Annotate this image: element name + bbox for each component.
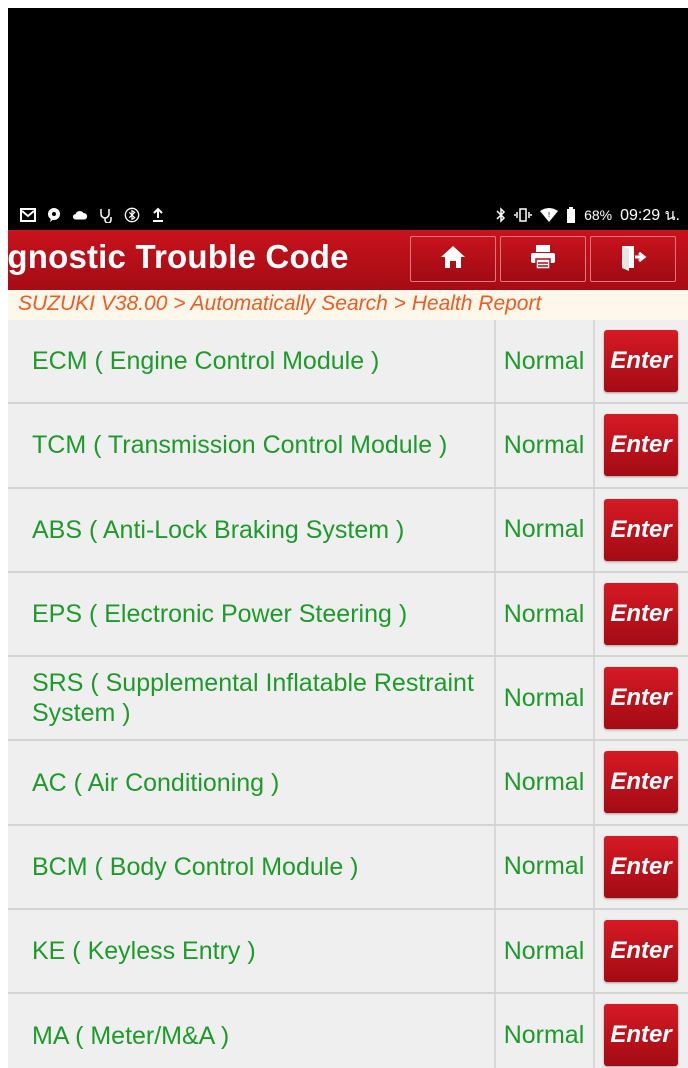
enter-button-ke[interactable]: Enter [604, 920, 678, 983]
exit-button[interactable] [590, 236, 676, 282]
home-icon [439, 244, 467, 275]
module-status: Normal [503, 936, 585, 965]
upload-icon [150, 207, 166, 223]
vibrate-icon [514, 208, 532, 222]
module-status: Normal [503, 599, 585, 628]
exit-icon [618, 243, 648, 276]
enter-button-ma[interactable]: Enter [604, 1004, 678, 1067]
column-divider [593, 741, 595, 824]
module-row-eps: EPS ( Electronic Power Steering ) Normal… [8, 572, 688, 658]
module-row-bcm: BCM ( Body Control Module ) Normal Enter [8, 825, 688, 911]
module-row-ma: MA ( Meter/M&A ) Normal Enter [8, 994, 688, 1068]
module-name: EPS ( Electronic Power Steering ) [32, 600, 408, 629]
black-area [8, 8, 688, 200]
module-status: Normal [503, 346, 585, 375]
column-divider [593, 825, 595, 909]
module-name: AC ( Air Conditioning ) [32, 768, 280, 797]
column-divider [494, 825, 496, 909]
column-divider [494, 657, 496, 740]
page-title: ıgnostic Trouble Code [8, 238, 349, 275]
module-name: BCM ( Body Control Module ) [32, 852, 359, 881]
column-divider [494, 488, 496, 571]
module-name: KE ( Keyless Entry ) [32, 937, 256, 966]
module-status: Normal [503, 430, 585, 459]
module-row-ecm: ECM ( Engine Control Module ) Normal Ent… [8, 320, 688, 405]
enter-button-eps[interactable]: Enter [604, 582, 678, 645]
module-status: Normal [503, 768, 585, 797]
battery-icon [566, 207, 576, 223]
breadcrumb: SUZUKI V38.00 > Automatically Search > H… [8, 290, 688, 320]
module-list: ECM ( Engine Control Module ) Normal Ent… [8, 320, 688, 1068]
column-divider [494, 910, 496, 993]
module-row-ac: AC ( Air Conditioning ) Normal Enter [8, 741, 688, 826]
module-row-abs: ABS ( Anti-Lock Braking System ) Normal … [8, 488, 688, 573]
column-divider [494, 572, 496, 656]
module-status: Normal [503, 515, 585, 544]
status-bar: ! 68% 09:29 น. [8, 200, 688, 230]
column-divider [593, 572, 595, 656]
print-button[interactable] [500, 236, 586, 282]
module-name: ABS ( Anti-Lock Braking System ) [32, 515, 405, 544]
bluetooth-circle-icon [124, 207, 140, 223]
column-divider [593, 488, 595, 571]
column-divider [593, 320, 595, 403]
enter-button-abs[interactable]: Enter [604, 498, 678, 561]
module-status: Normal [503, 852, 585, 881]
module-row-tcm: TCM ( Transmission Control Module ) Norm… [8, 404, 688, 489]
column-divider [593, 657, 595, 740]
column-divider [494, 320, 496, 403]
module-row-ke: KE ( Keyless Entry ) Normal Enter [8, 910, 688, 995]
module-row-srs: SRS ( Supplemental Inflatable Restraint … [8, 657, 688, 742]
clock: 09:29 น. [620, 206, 680, 224]
column-divider [494, 994, 496, 1068]
chat-icon [46, 207, 62, 223]
enter-button-ecm[interactable]: Enter [604, 330, 678, 392]
wifi-icon: ! [540, 208, 559, 222]
cloud-icon [72, 207, 88, 223]
column-divider [494, 404, 496, 487]
module-name: SRS ( Supplemental Inflatable Restraint … [32, 669, 474, 728]
column-divider [593, 994, 595, 1068]
enter-button-srs[interactable]: Enter [604, 667, 678, 730]
stethoscope-icon [98, 207, 114, 223]
enter-button-tcm[interactable]: Enter [604, 414, 678, 477]
battery-percent: 68% [584, 207, 613, 223]
column-divider [494, 741, 496, 824]
gmail-icon [20, 207, 36, 223]
enter-button-ac[interactable]: Enter [604, 751, 678, 814]
home-button[interactable] [410, 236, 496, 282]
enter-button-bcm[interactable]: Enter [604, 835, 678, 898]
svg-text:!: ! [548, 211, 551, 219]
module-name: MA ( Meter/M&A ) [32, 1021, 230, 1050]
module-name: TCM ( Transmission Control Module ) [32, 431, 448, 460]
title-bar: ıgnostic Trouble Code [8, 230, 688, 290]
module-name: ECM ( Engine Control Module ) [32, 347, 380, 376]
printer-icon [528, 243, 558, 276]
bluetooth-icon [496, 207, 506, 223]
module-status: Normal [503, 1021, 585, 1050]
column-divider [593, 404, 595, 487]
module-status: Normal [503, 683, 585, 712]
column-divider [593, 910, 595, 993]
